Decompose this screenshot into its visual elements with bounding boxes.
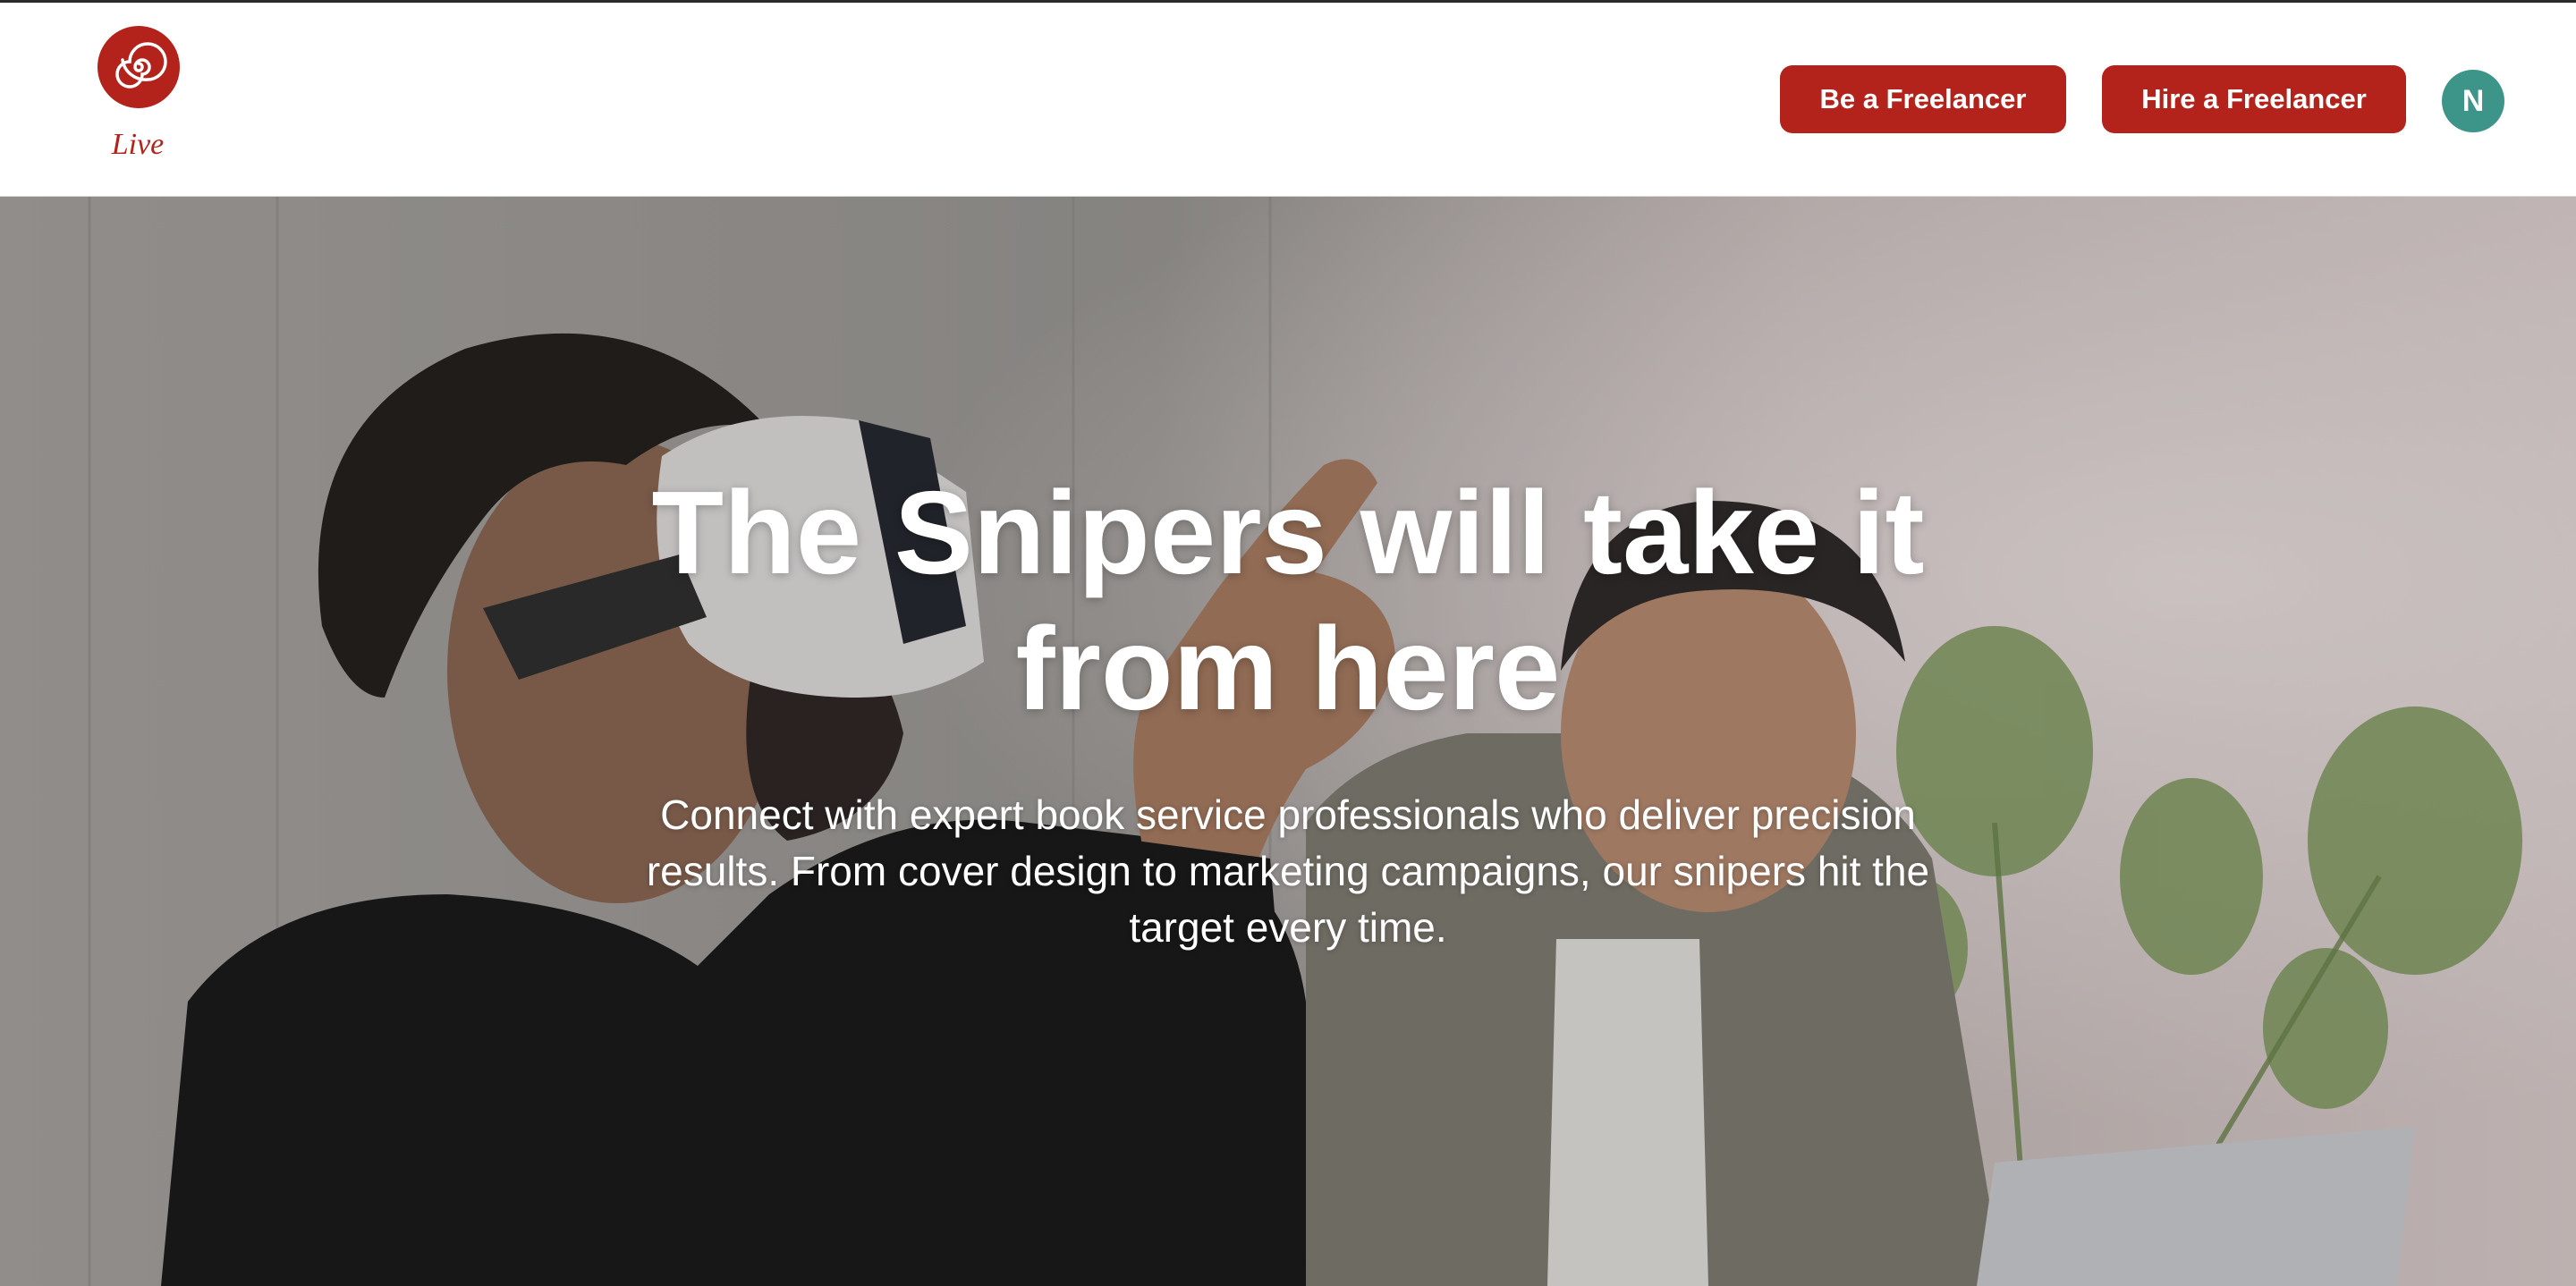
- logo-wordmark: Live: [111, 128, 165, 161]
- spiral-logo-icon: Live: [97, 26, 180, 161]
- hire-a-freelancer-button[interactable]: Hire a Freelancer: [2102, 65, 2406, 133]
- hero-section: The Snipers will take it from here Conne…: [0, 197, 2576, 1286]
- hero-overlay: [0, 197, 2576, 1286]
- hero-subtitle: Connect with expert book service profess…: [646, 791, 1930, 951]
- hero-title: The Snipers will take it from here: [651, 467, 1925, 734]
- site-logo[interactable]: Live: [93, 24, 191, 167]
- be-a-freelancer-button[interactable]: Be a Freelancer: [1780, 65, 2066, 133]
- user-avatar[interactable]: N: [2442, 70, 2504, 132]
- site-header: Live Be a Freelancer Hire a Freelancer N: [0, 3, 2576, 197]
